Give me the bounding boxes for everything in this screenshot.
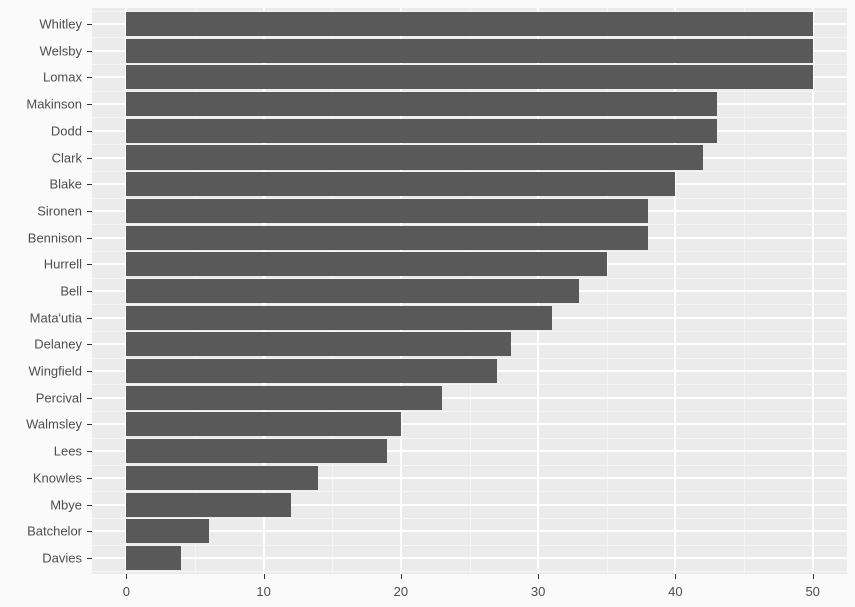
y-tick-label: Knowles	[33, 470, 82, 485]
x-tick	[126, 574, 127, 579]
y-tick-label: Delaney	[34, 337, 82, 352]
bar-whitley	[126, 12, 812, 36]
y-tick-label: Hurrell	[44, 257, 82, 272]
bar-dodd	[126, 119, 716, 143]
y-tick-label: Mata'utia	[30, 310, 82, 325]
y-tick	[87, 211, 92, 212]
y-tick	[87, 451, 92, 452]
x-tick	[264, 574, 265, 579]
bar-lees	[126, 439, 387, 463]
y-tick-label: Clark	[52, 150, 82, 165]
bar-blake	[126, 172, 675, 196]
y-tick-label: Lees	[54, 444, 82, 459]
y-tick-label: Dodd	[51, 123, 82, 138]
x-tick-label: 0	[123, 584, 130, 599]
y-tick-label: Walmsley	[26, 417, 82, 432]
bar-hurrell	[126, 252, 606, 276]
y-tick-label: Batchelor	[27, 524, 82, 539]
y-tick	[87, 51, 92, 52]
y-tick	[87, 558, 92, 559]
y-tick-label: Bell	[60, 284, 82, 299]
x-tick-label: 10	[256, 584, 270, 599]
y-tick-label: Whitley	[39, 17, 82, 32]
y-tick	[87, 291, 92, 292]
x-tick-label: 50	[805, 584, 819, 599]
y-tick	[87, 264, 92, 265]
y-tick-label: Welsby	[40, 43, 82, 58]
bar-walmsley	[126, 412, 401, 436]
y-tick-label: Sironen	[37, 203, 82, 218]
y-tick	[87, 104, 92, 105]
x-tick	[813, 574, 814, 579]
bar-lomax	[126, 65, 812, 89]
y-tick-label: Mbye	[50, 497, 82, 512]
x-tick-label: 30	[531, 584, 545, 599]
bar-percival	[126, 386, 442, 410]
y-tick	[87, 531, 92, 532]
x-tick	[675, 574, 676, 579]
y-tick	[87, 424, 92, 425]
bar-matautia	[126, 306, 552, 330]
x-tick-label: 20	[394, 584, 408, 599]
y-tick	[87, 344, 92, 345]
bar-welsby	[126, 39, 812, 63]
y-tick	[87, 318, 92, 319]
bar-davies	[126, 546, 181, 570]
x-tick-label: 40	[668, 584, 682, 599]
y-tick-label: Davies	[42, 550, 82, 565]
x-tick	[538, 574, 539, 579]
y-tick	[87, 371, 92, 372]
y-tick	[87, 158, 92, 159]
y-tick-label: Wingfield	[29, 364, 82, 379]
y-tick	[87, 505, 92, 506]
y-tick-label: Bennison	[28, 230, 82, 245]
y-tick	[87, 131, 92, 132]
y-tick	[87, 77, 92, 78]
bar-knowles	[126, 466, 318, 490]
bar-makinson	[126, 92, 716, 116]
y-tick-label: Percival	[36, 390, 82, 405]
chart-panel	[92, 8, 847, 574]
y-axis-labels: Whitley Welsby Lomax Makinson Dodd Clark Blake…	[0, 8, 82, 574]
y-tick-label: Blake	[49, 177, 82, 192]
y-tick	[87, 184, 92, 185]
y-tick	[87, 398, 92, 399]
bar-wingfield	[126, 359, 497, 383]
bar-bell	[126, 279, 579, 303]
bar-batchelor	[126, 519, 208, 543]
y-tick-label: Makinson	[26, 97, 82, 112]
bar-clark	[126, 145, 703, 169]
bar-mbye	[126, 493, 291, 517]
bar-sironen	[126, 199, 648, 223]
bar-delaney	[126, 332, 510, 356]
x-tick	[401, 574, 402, 579]
y-tick	[87, 24, 92, 25]
bar-bennison	[126, 226, 648, 250]
y-tick	[87, 238, 92, 239]
y-tick-label: Lomax	[43, 70, 82, 85]
y-tick	[87, 478, 92, 479]
